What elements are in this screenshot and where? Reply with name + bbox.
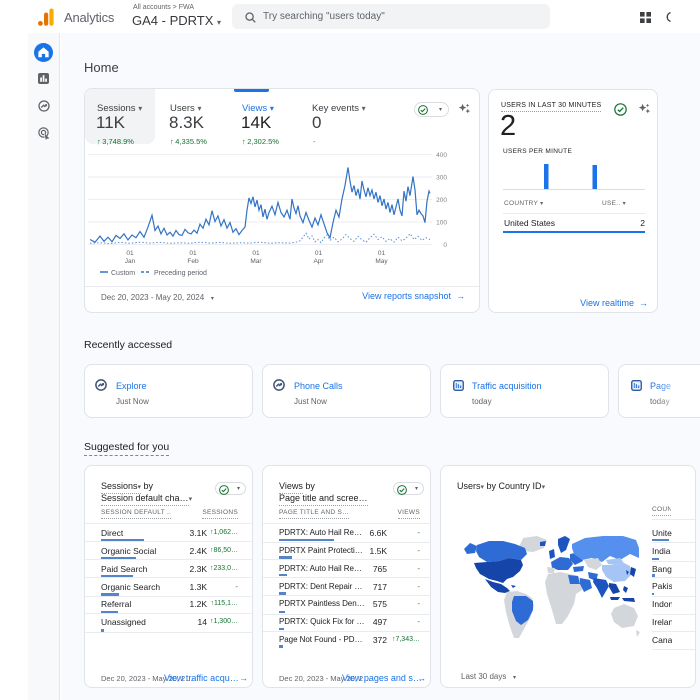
svg-text:01: 01 <box>252 250 260 257</box>
svg-text:Apr: Apr <box>313 258 324 265</box>
svg-text:400: 400 <box>436 152 447 159</box>
svg-text:May: May <box>375 258 388 265</box>
svg-text:300: 300 <box>436 175 447 182</box>
svg-text:01: 01 <box>315 250 323 257</box>
svg-text:100: 100 <box>436 220 447 227</box>
svg-text:Preceding period: Preceding period <box>154 270 207 277</box>
svg-text:Mar: Mar <box>250 258 262 265</box>
svg-text:Jan: Jan <box>125 258 136 265</box>
svg-text:Feb: Feb <box>187 258 199 265</box>
svg-text:Custom: Custom <box>111 270 135 277</box>
svg-text:01: 01 <box>126 250 134 257</box>
svg-text:01: 01 <box>189 250 197 257</box>
svg-text:01: 01 <box>378 250 386 257</box>
svg-text:0: 0 <box>443 242 447 249</box>
svg-text:200: 200 <box>436 197 447 204</box>
